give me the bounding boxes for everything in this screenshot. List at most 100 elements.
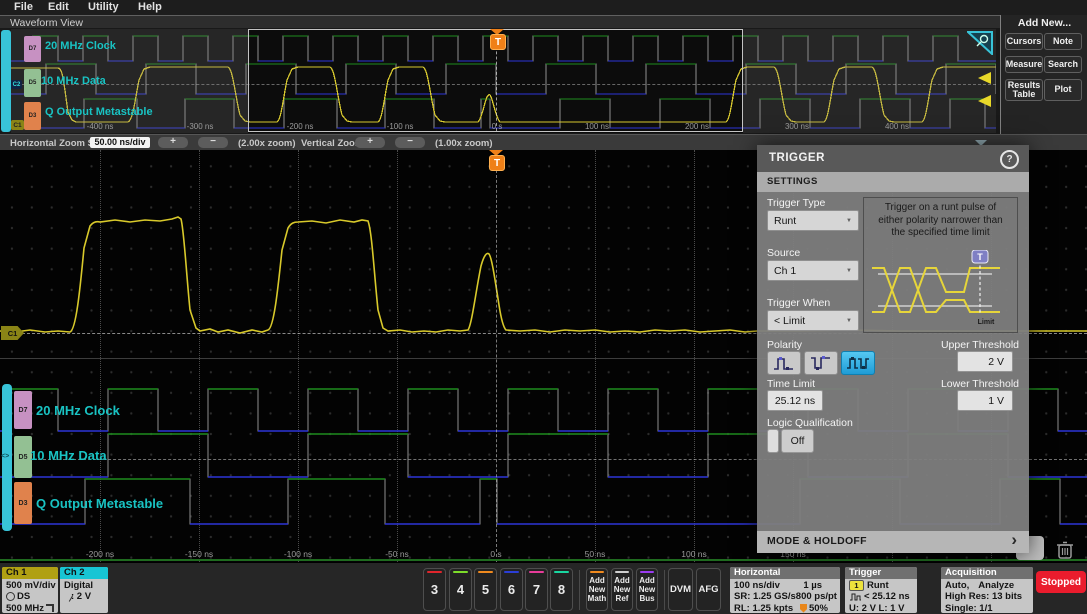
lower-threshold-value[interactable]: 1 V [957, 390, 1013, 411]
add-new-search-button[interactable]: Search [1044, 56, 1082, 73]
ch1-scale: 500 mV/div [6, 579, 56, 591]
help-icon[interactable]: ? [1000, 150, 1019, 169]
menu-item-help[interactable]: Help [138, 1, 162, 13]
add-new-results-table-button[interactable]: Results Table [1005, 79, 1043, 101]
channel-number: 6 [507, 582, 516, 597]
probe-icon [6, 592, 15, 601]
add-button-line: Math [587, 594, 607, 604]
trigger-panel-header[interactable]: TRIGGER ? [757, 145, 1029, 172]
settings-section-header[interactable]: SETTINGS [757, 172, 1029, 192]
add-new-note-button[interactable]: Note [1044, 33, 1082, 50]
acquisition-badge[interactable]: Acquisition Auto, Analyze High Res: 13 b… [941, 567, 1033, 613]
trigger-type-dropdown[interactable]: Runt ▼ [767, 210, 859, 231]
zoom-overview-icon[interactable] [967, 31, 993, 55]
dvm-button[interactable]: DVM [668, 568, 693, 611]
ch2-badge[interactable]: Ch 2 Digital : 2 V [60, 567, 108, 613]
d5-expand-handle[interactable]: <> [1, 453, 9, 460]
overview-channel-badge-d7[interactable]: D7 [24, 36, 41, 62]
trigger-badge[interactable]: Trigger 1 Runt < 25.12 ns U: 2 V L: 1 V [845, 567, 917, 613]
view-tab-strip: Waveform View [0, 15, 1087, 29]
negative-runt-icon [811, 355, 830, 370]
overview-channel-badge-d3[interactable]: D3 [24, 102, 41, 130]
overview-tick-label: -400 ns [86, 122, 114, 131]
upper-threshold-value[interactable]: 2 V [957, 351, 1013, 372]
main-channel-label-d5: 10 MHz Data [30, 448, 107, 463]
time-limit-value[interactable]: 25.12 ns [767, 390, 823, 411]
source-dropdown[interactable]: Ch 1 ▼ [767, 260, 859, 281]
main-channel-label-d3: Q Output Metastable [36, 496, 164, 511]
mode-holdoff-section[interactable]: MODE & HOLDOFF › [757, 530, 1029, 553]
channel-number: 3 [430, 582, 439, 597]
svg-text:T: T [977, 252, 983, 262]
overview-tick-label: -100 ns [386, 122, 414, 131]
channel-7-button[interactable]: 7 [525, 568, 548, 611]
trash-icon[interactable] [1055, 540, 1075, 560]
runt-illustration: T Limit [872, 250, 1000, 326]
channel-color-stripe [478, 571, 493, 573]
menu-item-edit[interactable]: Edit [48, 1, 69, 13]
h-zoom-plus-button[interactable]: + [158, 137, 188, 148]
logic-toggle-state[interactable]: Off [781, 429, 814, 453]
channel-4-button[interactable]: 4 [449, 568, 472, 611]
channel-number: 4 [456, 582, 465, 597]
add-button-stripe [640, 571, 654, 573]
overview-trigger-marker[interactable]: T [490, 34, 506, 50]
h-record-length: RL: 1.25 kpts [734, 602, 794, 614]
add-new-measure-button[interactable]: Measure [1005, 56, 1043, 73]
add-new-cursors-button[interactable]: Cursors [1005, 33, 1043, 50]
trigger-description-box: Trigger on a runt pulse of either polari… [863, 197, 1018, 333]
ch1-badge-title: Ch 1 [2, 567, 58, 579]
main-trigger-marker[interactable]: T [489, 155, 505, 171]
overview-channel-badge-d5[interactable]: D5 [24, 69, 41, 97]
channel-3-button[interactable]: 3 [423, 568, 446, 611]
trigger-type-value: Runt [774, 214, 797, 227]
source-label: Source [767, 247, 801, 259]
add-new-title: Add New... [1017, 17, 1072, 29]
ch1-badge[interactable]: Ch 1 500 mV/div DS 500 MHz [2, 567, 58, 613]
channel-5-button[interactable]: 5 [474, 568, 497, 611]
menu-item-file[interactable]: File [14, 1, 33, 13]
overview-c1-marker[interactable]: C1 [11, 120, 24, 130]
trigger-when-dropdown[interactable]: < Limit ▼ [767, 310, 859, 331]
main-channel-badge-d3[interactable]: D3 [14, 482, 32, 524]
channel-6-button[interactable]: 6 [500, 568, 523, 611]
lower-threshold-label: Lower Threshold [940, 378, 1019, 390]
v-zoom-plus-button[interactable]: + [355, 137, 385, 148]
trigger-type: Runt [867, 579, 889, 591]
h-zoom-minus-button[interactable]: − [198, 137, 228, 148]
run-stop-button[interactable]: Stopped [1036, 571, 1086, 593]
divider [579, 570, 580, 610]
bottom-separator-line [0, 559, 1087, 561]
add-button-line: Add [589, 575, 605, 585]
main-tick-label: -100 ns [283, 549, 313, 559]
main-trigger-dash [496, 150, 497, 562]
add-new-bus-button[interactable]: Add New Bus [636, 568, 658, 611]
lower-threshold-arrow-icon[interactable] [978, 95, 991, 107]
waveform-overview[interactable]: -400 ns -300 ns -200 ns -100 ns 0 s 100 ns 200… [0, 28, 1000, 134]
v-zoom-minus-button[interactable]: − [395, 137, 425, 148]
horizontal-badge[interactable]: Horizontal 100 ns/div 1 µs SR: 1.25 GS/s… [730, 567, 840, 613]
menu-item-utility[interactable]: Utility [88, 1, 119, 13]
h-zoom-scale-value[interactable]: 50.00 ns/div [90, 137, 150, 148]
main-channel-badge-d7[interactable]: D7 [14, 391, 32, 429]
channel-color-stripe [453, 571, 468, 573]
add-new-plot-button[interactable]: Plot [1044, 79, 1082, 101]
add-new-math-button[interactable]: Add New Math [586, 568, 608, 611]
overview-tick-label: 100 ns [584, 122, 610, 131]
main-tick-label: -50 ns [385, 549, 409, 559]
caret-down-icon: ▼ [846, 267, 852, 274]
overview-plot[interactable]: -400 ns -300 ns -200 ns -100 ns 0 s 100 ns 200… [11, 29, 996, 133]
logic-toggle-knob[interactable] [767, 429, 779, 453]
position-icon [799, 603, 807, 613]
overview-c2-marker[interactable]: C2 [11, 80, 22, 89]
polarity-positive-button[interactable] [767, 351, 801, 375]
overview-drag-handle[interactable] [1, 30, 11, 132]
channel-8-button[interactable]: 8 [550, 568, 573, 611]
polarity-either-button[interactable] [841, 351, 875, 375]
upper-threshold-arrow-icon[interactable] [978, 72, 991, 84]
polarity-negative-button[interactable] [804, 351, 838, 375]
add-new-ref-button[interactable]: Add New Ref [611, 568, 633, 611]
polarity-label: Polarity [767, 339, 803, 351]
acq-mode: Auto, [945, 579, 970, 591]
afg-button[interactable]: AFG [696, 568, 721, 611]
